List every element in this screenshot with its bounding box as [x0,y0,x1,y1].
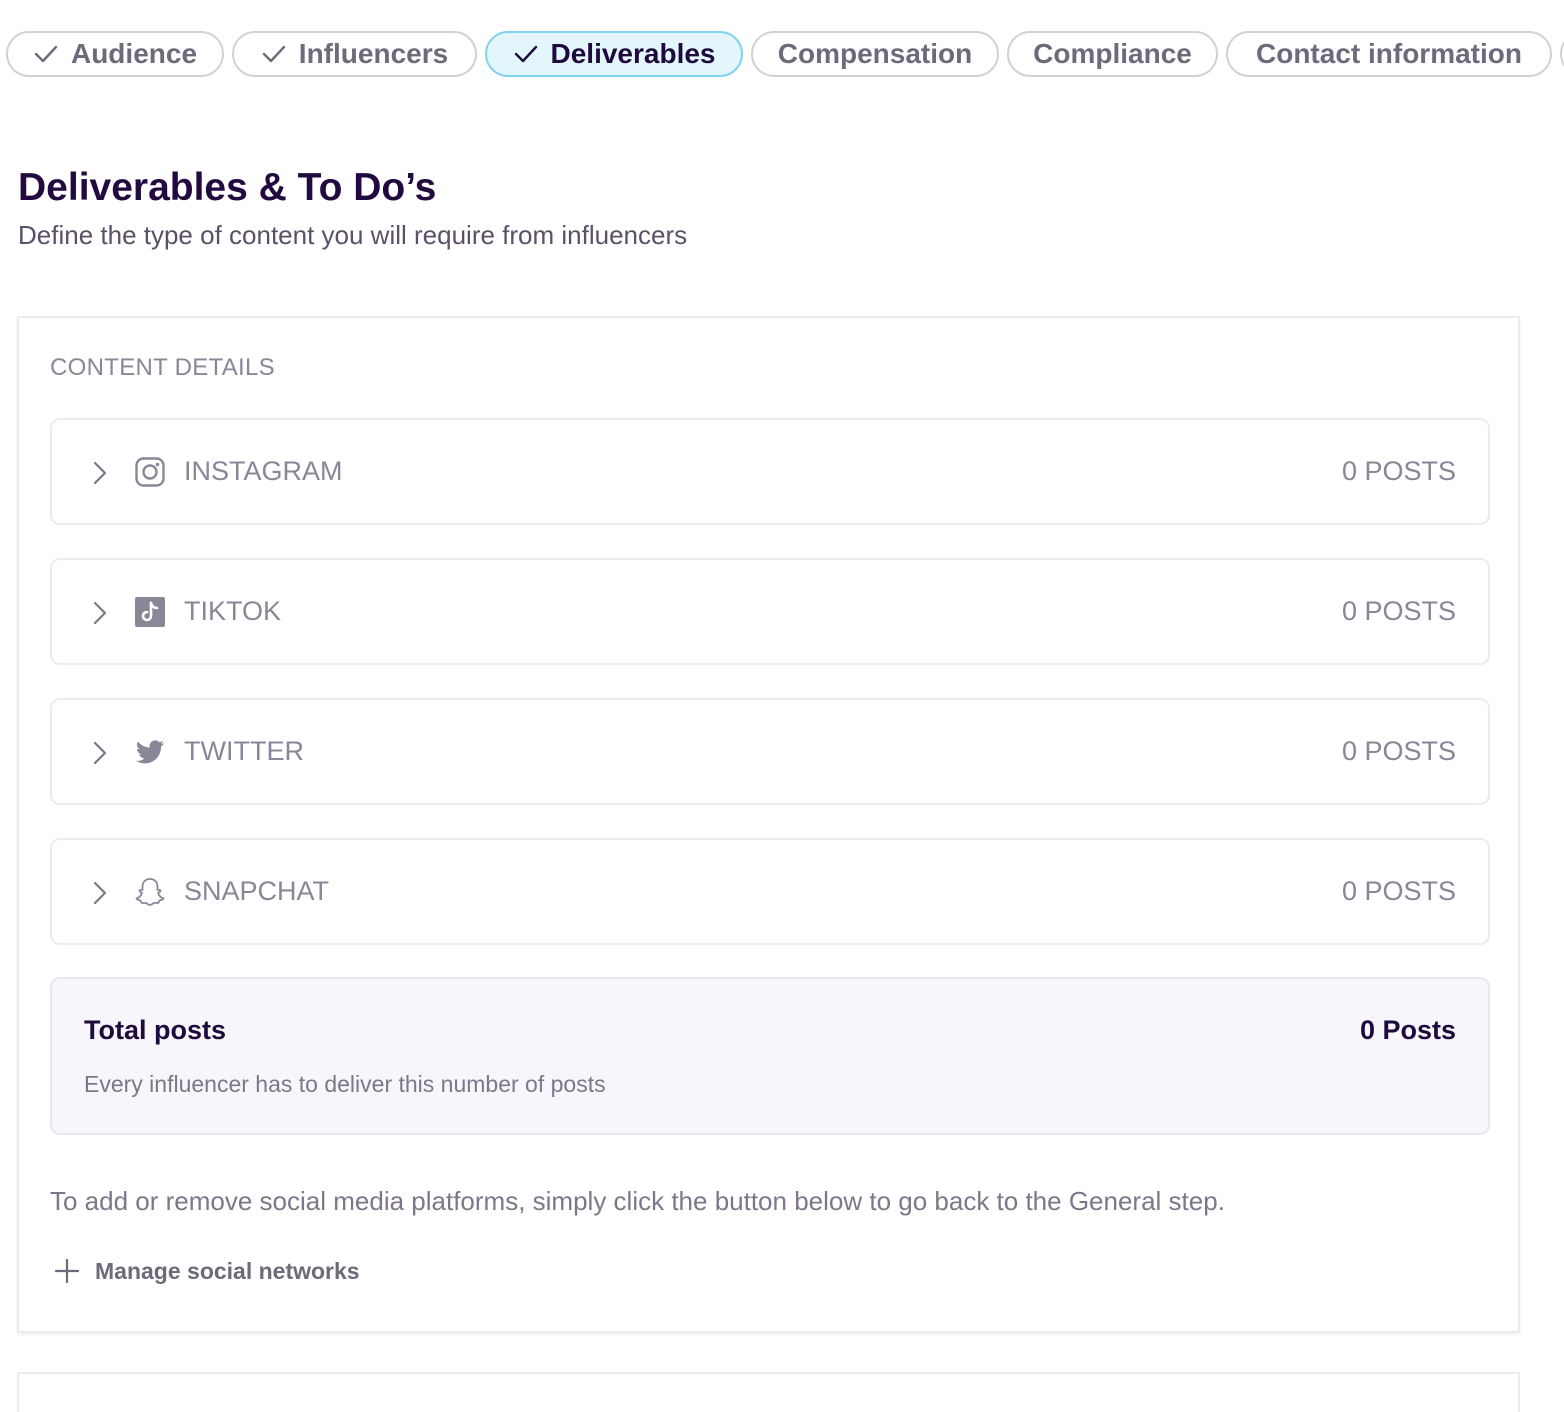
total-posts-panel: Total posts 0 Posts Every influencer has… [50,977,1490,1135]
platform-name: SNAPCHAT [184,876,330,906]
snapchat-icon [135,878,165,906]
platform-row-instagram[interactable]: INSTAGRAM 0 POSTS [50,418,1490,525]
total-posts-note: Every influencer has to deliver this num… [84,1071,606,1097]
platform-name: INSTAGRAM [184,456,343,486]
step-label: Audience [70,38,198,69]
total-posts-value: 0 Posts [1359,1015,1456,1045]
help-text: To add or remove social media platforms,… [50,1186,1225,1216]
check-icon [33,43,59,65]
chevron-right-icon[interactable] [90,880,110,906]
manage-social-networks-label: Manage social networks [95,1257,360,1284]
twitter-icon [136,740,164,764]
platform-row-snapchat[interactable]: SNAPCHAT 0 POSTS [50,838,1490,945]
step-label: Compensation [777,38,973,69]
chevron-right-icon[interactable] [90,740,110,766]
content-details-card: CONTENT DETAILS INSTAGRAM 0 POSTS TIKTOK… [17,316,1520,1333]
page-title: Deliverables & To Do’s [18,166,437,209]
step-label: Contact information [1256,38,1522,69]
platform-row-twitter[interactable]: TWITTER 0 POSTS [50,698,1490,805]
platform-post-count: 0 POSTS [1341,876,1456,906]
section-label: CONTENT DETAILS [50,354,275,381]
platform-name: TWITTER [184,736,304,766]
platform-post-count: 0 POSTS [1341,736,1456,766]
check-icon [513,43,539,65]
step-influencers[interactable]: Influencers [232,31,477,77]
platform-post-count: 0 POSTS [1341,456,1456,486]
platform-post-count: 0 POSTS [1341,596,1456,626]
step-navigation: Audience Influencers Deliverables Compen… [6,31,1564,79]
step-compliance[interactable]: Compliance [1007,31,1218,77]
manage-social-networks-button[interactable]: Manage social networks [53,1255,360,1287]
total-posts-label: Total posts [84,1015,227,1045]
step-label: Influencers [298,38,449,69]
step-deliverables[interactable]: Deliverables [485,31,743,77]
platform-row-tiktok[interactable]: TIKTOK 0 POSTS [50,558,1490,665]
next-section-card [17,1372,1520,1412]
chevron-right-icon[interactable] [90,600,110,626]
step-compensation[interactable]: Compensation [751,31,999,77]
chevron-right-icon[interactable] [90,460,110,486]
step-next-partial[interactable] [1560,31,1564,77]
tiktok-icon [135,597,165,627]
step-contact-information[interactable]: Contact information [1226,31,1552,77]
check-icon [261,43,287,65]
step-label: Deliverables [550,38,716,69]
page-subtitle: Define the type of content you will requ… [18,220,688,250]
plus-icon [54,1258,80,1284]
step-audience[interactable]: Audience [6,31,224,77]
instagram-icon [135,457,165,487]
platform-name: TIKTOK [184,596,282,626]
step-label: Compliance [1033,38,1192,69]
